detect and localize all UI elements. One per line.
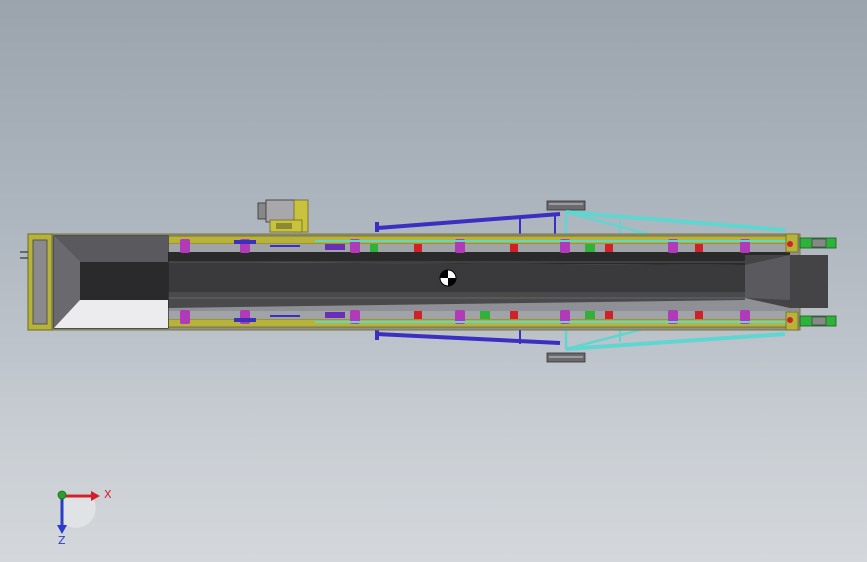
conveyor-belt (168, 252, 828, 308)
feed-hopper (20, 233, 169, 331)
top-wheel (546, 200, 586, 211)
coordinate-triad-icon (57, 490, 100, 534)
z-axis-label: Z (58, 534, 66, 547)
drive-motor (257, 199, 309, 233)
cad-viewport[interactable]: X Z (0, 0, 867, 562)
origin-marker-icon (439, 269, 457, 287)
cyan-brace-top (564, 210, 786, 238)
x-axis-label: X (104, 488, 112, 501)
conveyor-model[interactable]: X Z (0, 0, 867, 562)
blue-brace-top (375, 212, 561, 236)
bottom-wheel (546, 352, 586, 363)
